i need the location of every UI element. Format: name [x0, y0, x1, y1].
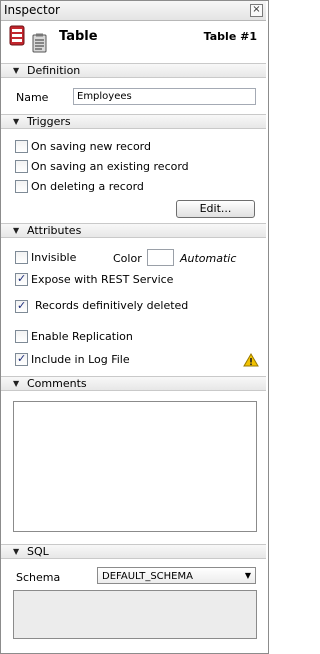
- trigger-existing-record-checkbox[interactable]: [15, 160, 28, 173]
- trigger-new-record-checkbox[interactable]: [15, 140, 28, 153]
- edit-triggers-button[interactable]: Edit...: [176, 200, 255, 218]
- name-label: Name: [16, 91, 49, 104]
- section-attributes-label: Attributes: [27, 224, 82, 237]
- rest-service-label: Expose with REST Service: [31, 273, 174, 286]
- window-title: Inspector: [4, 3, 60, 17]
- section-sql-header[interactable]: ▼ SQL: [1, 544, 266, 559]
- trigger-delete-record-label: On deleting a record: [31, 180, 144, 193]
- section-sql-label: SQL: [27, 545, 49, 558]
- section-definition-label: Definition: [27, 64, 81, 77]
- collapse-arrow-icon[interactable]: ▼: [13, 547, 19, 556]
- chevron-down-icon: ▼: [244, 571, 251, 580]
- section-comments-header[interactable]: ▼ Comments: [1, 376, 266, 391]
- log-file-label: Include in Log File: [31, 353, 130, 366]
- trigger-new-record-label: On saving new record: [31, 140, 151, 153]
- title-bar[interactable]: Inspector ×: [1, 1, 266, 21]
- section-triggers-header[interactable]: ▼ Triggers: [1, 114, 266, 129]
- color-label: Color: [113, 252, 142, 265]
- comments-textarea[interactable]: [13, 401, 257, 532]
- section-comments-label: Comments: [27, 377, 87, 390]
- collapse-arrow-icon[interactable]: ▼: [13, 379, 19, 388]
- schema-select[interactable]: DEFAULT_SCHEMA ▼: [97, 567, 256, 584]
- trigger-delete-record-checkbox[interactable]: [15, 180, 28, 193]
- schema-select-value: DEFAULT_SCHEMA: [102, 571, 193, 582]
- close-icon[interactable]: ×: [250, 4, 263, 17]
- collapse-arrow-icon[interactable]: ▼: [13, 226, 19, 235]
- name-input[interactable]: Employees: [73, 88, 256, 105]
- collapse-arrow-icon[interactable]: ▼: [13, 117, 19, 126]
- table-number: Table #1: [203, 30, 257, 43]
- invisible-checkbox[interactable]: [15, 251, 28, 264]
- collapse-arrow-icon[interactable]: ▼: [13, 66, 19, 75]
- color-swatch[interactable]: [147, 249, 174, 266]
- section-definition-header[interactable]: ▼ Definition: [1, 63, 266, 78]
- sql-preview-box: [13, 590, 257, 639]
- clipboard-icon: [32, 33, 47, 53]
- records-deleted-label: Records definitively deleted: [35, 299, 189, 312]
- replication-label: Enable Replication: [31, 330, 133, 343]
- replication-checkbox[interactable]: [15, 330, 28, 343]
- section-triggers-label: Triggers: [27, 115, 71, 128]
- warning-icon: [243, 353, 259, 367]
- section-attributes-header[interactable]: ▼ Attributes: [1, 223, 266, 238]
- invisible-label: Invisible: [31, 251, 77, 264]
- color-value: Automatic: [180, 252, 237, 265]
- trigger-existing-record-label: On saving an existing record: [31, 160, 189, 173]
- rest-service-checkbox[interactable]: [15, 272, 28, 286]
- records-deleted-checkbox[interactable]: [15, 299, 28, 313]
- inspector-header: Table Table #1: [1, 21, 266, 58]
- schema-label: Schema: [16, 571, 61, 584]
- log-file-checkbox[interactable]: [15, 352, 28, 366]
- object-type-title: Table: [59, 29, 98, 44]
- table-icon: [9, 25, 25, 46]
